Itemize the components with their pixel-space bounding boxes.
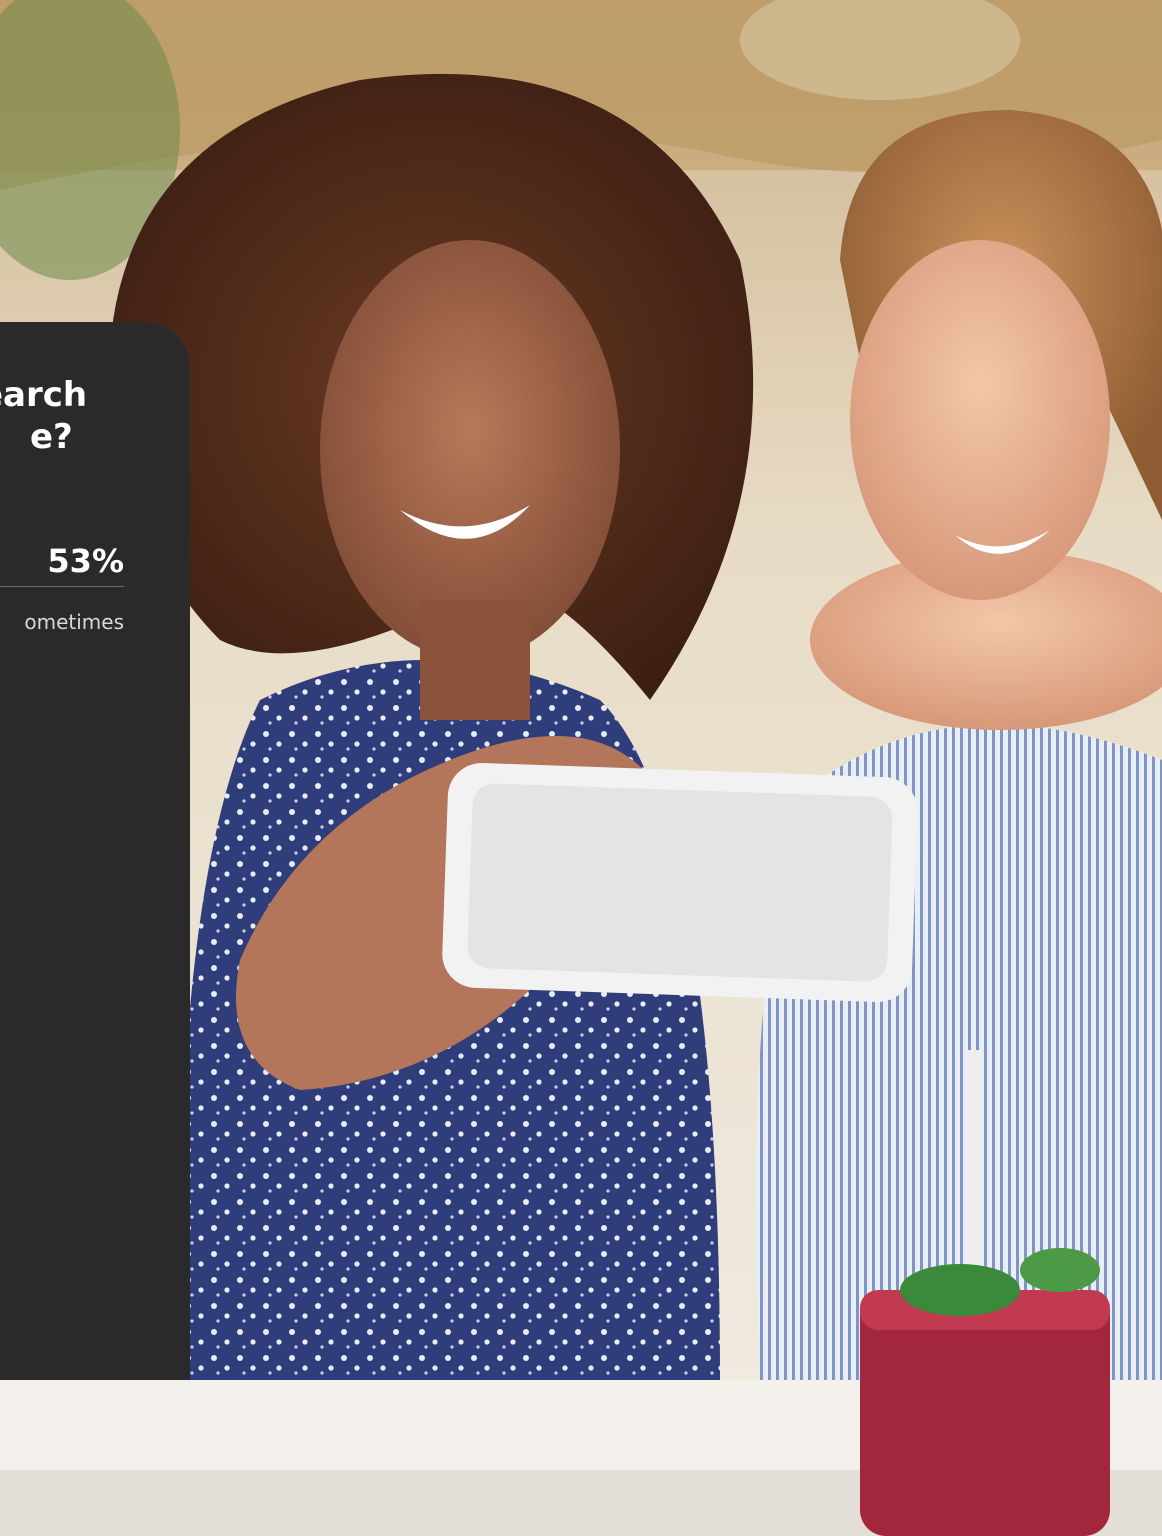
stat-percent: 53% <box>47 542 124 580</box>
stat-label: ometimes <box>24 610 124 634</box>
stat-divider <box>0 586 124 587</box>
stat-card: earch e? 53% ometimes <box>0 322 190 1380</box>
question-line-2: e? <box>30 417 73 457</box>
question-line-1: earch <box>0 375 88 415</box>
